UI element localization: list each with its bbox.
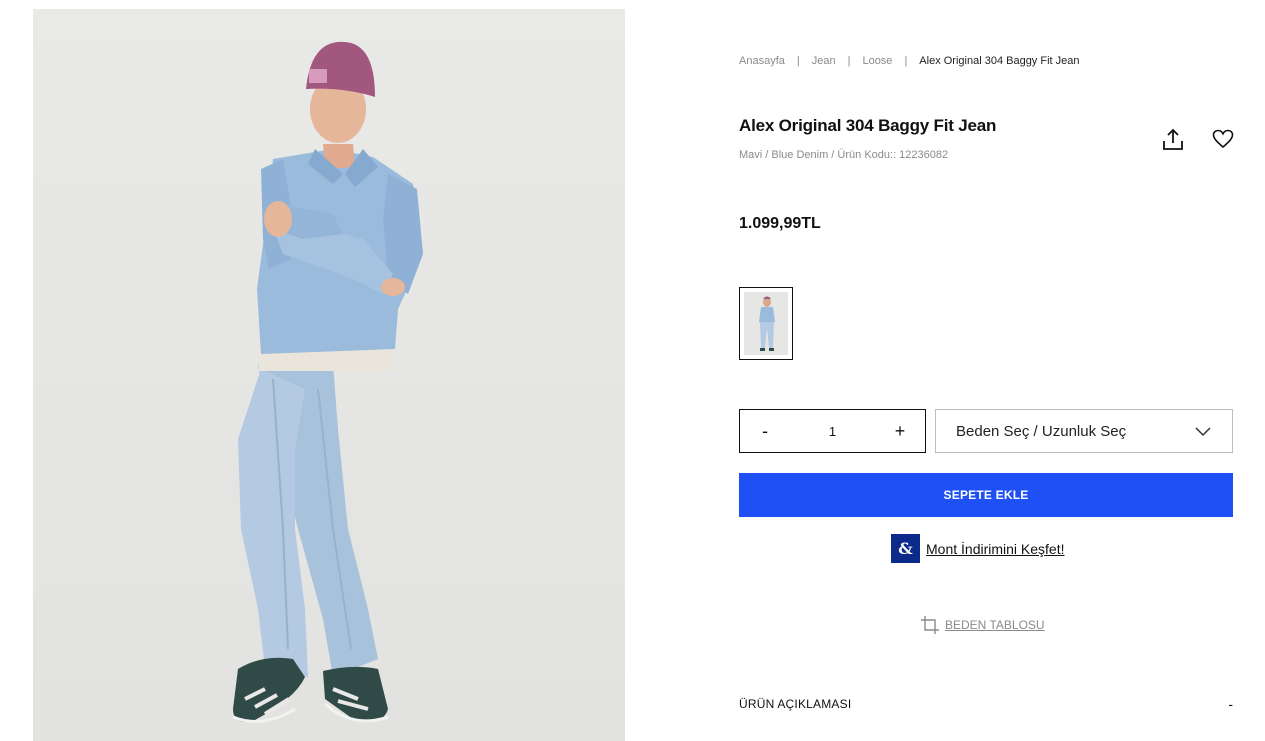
swatch-image xyxy=(744,292,788,355)
quantity-stepper: - 1 + xyxy=(739,409,926,453)
product-main-image[interactable] xyxy=(33,9,625,741)
breadcrumb-item-loose[interactable]: Loose xyxy=(862,55,892,67)
product-info-panel: Anasayfa | Jean | Loose | Alex Original … xyxy=(739,0,1236,741)
breadcrumb: Anasayfa | Jean | Loose | Alex Original … xyxy=(739,55,1080,67)
size-chart-link[interactable]: BEDEN TABLOSU xyxy=(919,614,1045,636)
breadcrumb-item-home[interactable]: Anasayfa xyxy=(739,55,785,67)
crop-ruler-icon xyxy=(921,616,939,634)
breadcrumb-item-jean[interactable]: Jean xyxy=(812,55,836,67)
color-swatch-thumbnail[interactable] xyxy=(739,287,793,360)
size-chart-label[interactable]: BEDEN TABLOSU xyxy=(945,618,1045,632)
size-select-placeholder: Beden Seç / Uzunluk Seç xyxy=(956,422,1127,440)
product-description-accordion[interactable]: ÜRÜN AÇIKLAMASI - xyxy=(739,696,1233,712)
heart-icon xyxy=(1212,129,1234,149)
quantity-increase-button[interactable]: + xyxy=(893,421,907,442)
collapse-toggle-icon[interactable]: - xyxy=(1228,696,1233,712)
breadcrumb-current: Alex Original 304 Baggy Fit Jean xyxy=(919,55,1080,67)
share-button[interactable] xyxy=(1159,126,1187,154)
breadcrumb-separator: | xyxy=(904,55,908,67)
quantity-decrease-button[interactable]: - xyxy=(758,421,772,442)
breadcrumb-separator: | xyxy=(796,55,800,67)
model-photo xyxy=(232,41,423,723)
product-title: Alex Original 304 Baggy Fit Jean xyxy=(739,116,997,135)
brand-logo-icon: & xyxy=(891,534,920,563)
chevron-down-icon xyxy=(1195,427,1211,437)
quantity-value[interactable]: 1 xyxy=(813,424,853,439)
favorite-button[interactable] xyxy=(1210,126,1236,152)
promo-link[interactable]: & Mont İndirimini Keşfet! xyxy=(891,534,1065,563)
swatch-model-photo xyxy=(759,296,775,351)
size-length-select[interactable]: Beden Seç / Uzunluk Seç xyxy=(935,409,1233,453)
promo-link-text[interactable]: Mont İndirimini Keşfet! xyxy=(926,541,1065,557)
breadcrumb-separator: | xyxy=(847,55,851,67)
share-upload-icon xyxy=(1163,128,1183,150)
description-label: ÜRÜN AÇIKLAMASI xyxy=(739,697,852,711)
add-to-cart-button[interactable]: SEPETE EKLE xyxy=(739,473,1233,517)
product-price: 1.099,99TL xyxy=(739,215,821,232)
product-subtitle: Mavi / Blue Denim / Ürün Kodu:: 12236082 xyxy=(739,149,949,161)
